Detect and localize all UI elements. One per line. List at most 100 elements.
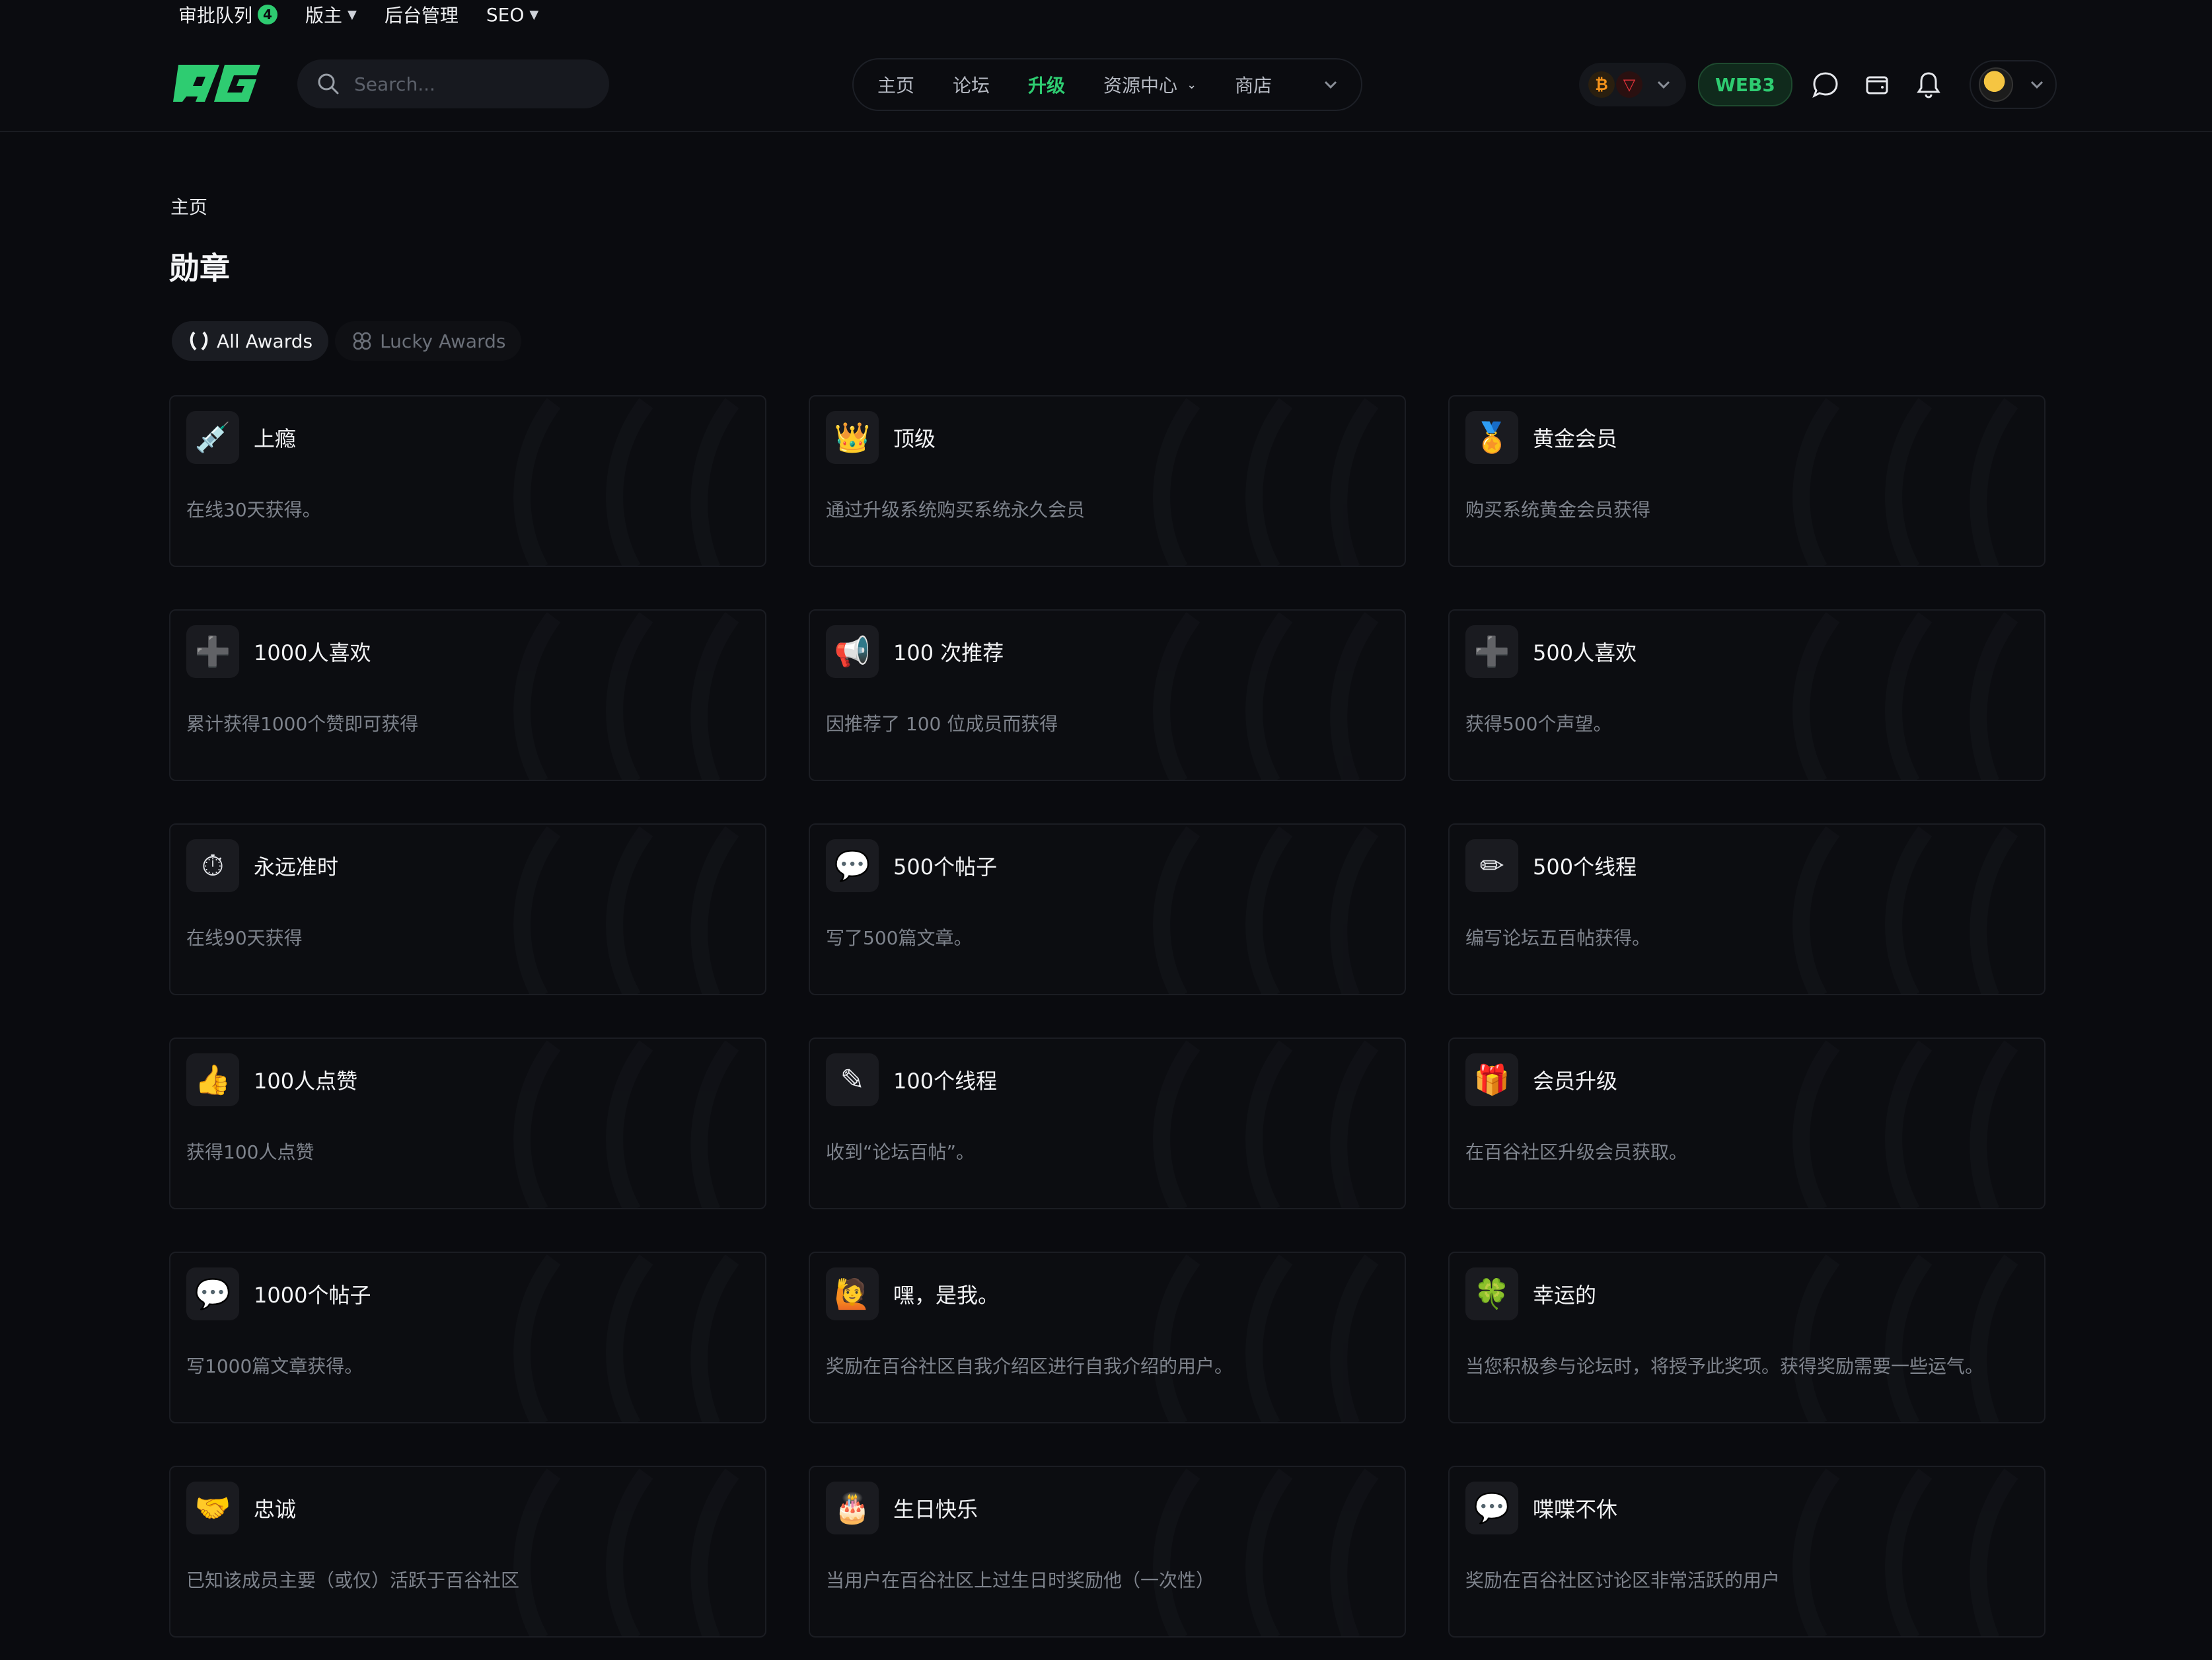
- award-badge-icon: ✏: [1465, 839, 1518, 892]
- award-badge-icon: 💬: [1465, 1482, 1518, 1534]
- award-title: 100个线程: [893, 1069, 998, 1094]
- laurel-watermark-icon: [1792, 612, 2018, 780]
- nav-forum-label: 论坛: [953, 75, 990, 96]
- award-description: 购买系统黄金会员获得: [1465, 499, 1651, 521]
- admin-panel-link[interactable]: 后台管理: [385, 1, 459, 28]
- award-description: 写1000篇文章获得。: [186, 1355, 363, 1377]
- award-badge-icon: ➕: [1465, 625, 1518, 678]
- tab-all-awards[interactable]: All Awards: [172, 321, 329, 361]
- award-card[interactable]: 🎁 会员升级在百谷社区升级会员获取。: [1448, 1038, 2046, 1209]
- award-header: 🙋 嘿，是我。: [826, 1267, 999, 1320]
- laurel-watermark-icon: [513, 398, 739, 566]
- award-card[interactable]: 🏅 黄金会员 购买系统黄金会员获得: [1448, 395, 2046, 567]
- award-header: 🍀 幸运的: [1465, 1267, 1596, 1320]
- avatar: [1978, 67, 2013, 102]
- award-badge-icon: ⏱: [186, 839, 239, 892]
- seo-menu[interactable]: SEO ▼: [486, 4, 538, 26]
- user-menu[interactable]: [1969, 60, 2057, 109]
- award-card[interactable]: ⏱ 永远准时 在线90天获得: [169, 823, 766, 995]
- nav-home[interactable]: 主页: [877, 71, 914, 98]
- header-tools: ₿ ▽ WEB3: [1579, 58, 2057, 111]
- award-title: 上瘾: [254, 426, 297, 451]
- moderator-label: 版主: [305, 5, 343, 26]
- laurel-watermark-icon: [513, 612, 739, 780]
- approval-count-badge: 4: [258, 5, 278, 24]
- award-card[interactable]: 👍 100人点赞 获得100人点赞: [169, 1038, 766, 1209]
- award-header: 🤝 忠诚: [186, 1482, 296, 1534]
- laurel-watermark-icon: [1792, 826, 2018, 994]
- tab-lucky-awards[interactable]: Lucky Awards: [335, 321, 522, 361]
- nav-more-chevron[interactable]: [1321, 75, 1340, 96]
- award-tabs: All Awards Lucky Awards: [172, 321, 522, 361]
- approval-queue-link[interactable]: 审批队列 4: [178, 1, 278, 28]
- award-card[interactable]: 🙋 嘿，是我。 奖励在百谷社区自我介绍区进行自我介绍的用户。: [809, 1252, 1406, 1423]
- messages-button[interactable]: [1807, 66, 1844, 103]
- award-header: ➕ 1000人喜欢: [186, 625, 371, 678]
- award-card[interactable]: 🤝 忠诚已知该成员主要（或仅）活跃于百谷社区: [169, 1466, 766, 1638]
- award-description: 在百谷社区升级会员获取。: [1465, 1141, 1688, 1163]
- chevron-down-icon: ▼: [529, 7, 539, 22]
- awards-grid: 💉 上瘾 在线30天获得。 👑 顶级 通过升级系统购买系统永久会员 🏅 黄金会员 购买系统黄金会…: [169, 395, 2046, 1638]
- award-card[interactable]: 🍀 幸运的当您积极参与论坛时，将授予此奖项。获得奖励需要一些运气。: [1448, 1252, 2046, 1423]
- main-nav: 主页 论坛 升级 资源中心 ⌄ 商店: [852, 58, 1362, 111]
- bitcoin-icon: ₿: [1588, 71, 1615, 98]
- wallet-button[interactable]: [1859, 66, 1896, 103]
- crypto-selector[interactable]: ₿ ▽: [1579, 63, 1686, 106]
- award-card[interactable]: 💬 喋喋不休 奖励在百谷社区讨论区非常活跃的用户: [1448, 1466, 2046, 1638]
- award-description: 通过升级系统购买系统永久会员: [826, 499, 1086, 521]
- award-card[interactable]: 👑 顶级通过升级系统购买系统永久会员: [809, 395, 1406, 567]
- nav-resources-label: 资源中心: [1103, 75, 1178, 96]
- site-logo[interactable]: [173, 58, 263, 108]
- nav-store-label: 商店: [1235, 75, 1272, 96]
- laurel-watermark-icon: [1792, 1040, 2018, 1208]
- page-title: 勋章: [169, 250, 230, 286]
- award-header: 👑 顶级: [826, 411, 936, 464]
- award-card[interactable]: 🎂 生日快乐 当用户在百谷社区上过生日时奖励他（一次性）: [809, 1466, 1406, 1638]
- laurel-watermark-icon: [1792, 398, 2018, 566]
- search-icon: [318, 73, 339, 94]
- laurel-watermark-icon: [1153, 398, 1379, 566]
- laurel-watermark-icon: [1792, 1254, 2018, 1422]
- award-title: 顶级: [893, 426, 936, 451]
- search-input[interactable]: [353, 72, 580, 96]
- web3-button[interactable]: WEB3: [1698, 63, 1792, 106]
- award-card[interactable]: 📢 100 次推荐 因推荐了 100 位成员而获得: [809, 609, 1406, 781]
- moderator-menu[interactable]: 版主 ▼: [305, 1, 357, 28]
- logo-icon: [173, 65, 260, 102]
- award-card[interactable]: 💬 1000个帖子 写1000篇文章获得。: [169, 1252, 766, 1423]
- laurel-watermark-icon: [1153, 1468, 1379, 1636]
- nav-upgrade[interactable]: 升级: [1028, 71, 1065, 98]
- award-description: 当您积极参与论坛时，将授予此奖项。获得奖励需要一些运气。: [1465, 1355, 1984, 1377]
- award-title: 会员升级: [1533, 1069, 1618, 1094]
- award-header: ✏ 500个线程: [1465, 839, 1637, 892]
- award-description: 写了500篇文章。: [826, 927, 973, 949]
- award-description: 在线30天获得。: [186, 499, 321, 521]
- award-title: 嘿，是我。: [893, 1283, 1000, 1308]
- award-card[interactable]: ✏ 500个线程 编写论坛五百帖获得。: [1448, 823, 2046, 995]
- nav-store[interactable]: 商店: [1235, 71, 1272, 98]
- search-box[interactable]: [297, 59, 609, 108]
- seo-label: SEO: [486, 3, 525, 26]
- nav-upgrade-label: 升级: [1028, 75, 1066, 96]
- award-badge-icon: 🎁: [1465, 1053, 1518, 1106]
- award-card[interactable]: ➕ 500人喜欢 获得500个声望。: [1448, 609, 2046, 781]
- laurel-watermark-icon: [1153, 1040, 1379, 1208]
- nav-resources[interactable]: 资源中心 ⌄: [1103, 71, 1197, 98]
- award-description: 已知该成员主要（或仅）活跃于百谷社区: [186, 1569, 520, 1591]
- laurel-watermark-icon: [513, 1254, 739, 1422]
- award-card[interactable]: ➕ 1000人喜欢 累计获得1000个赞即可获得: [169, 609, 766, 781]
- laurel-watermark-icon: [1792, 1468, 2018, 1636]
- breadcrumb[interactable]: 主页: [170, 193, 207, 219]
- award-card[interactable]: 💬 500个帖子 写了500篇文章。: [809, 823, 1406, 995]
- wallet-icon: [1866, 76, 1888, 94]
- notifications-button[interactable]: [1910, 66, 1947, 103]
- award-badge-icon: 💉: [186, 411, 239, 464]
- award-title: 500个线程: [1533, 854, 1637, 880]
- award-card[interactable]: 💉 上瘾在线30天获得。: [169, 395, 766, 567]
- laurel-watermark-icon: [1153, 612, 1379, 780]
- award-badge-icon: ➕: [186, 625, 239, 678]
- award-card[interactable]: ✎ 100个线程 收到“论坛百帖”。: [809, 1038, 1406, 1209]
- laurel-icon: [190, 331, 208, 351]
- nav-forum[interactable]: 论坛: [953, 71, 990, 98]
- award-title: 生日快乐: [893, 1497, 978, 1522]
